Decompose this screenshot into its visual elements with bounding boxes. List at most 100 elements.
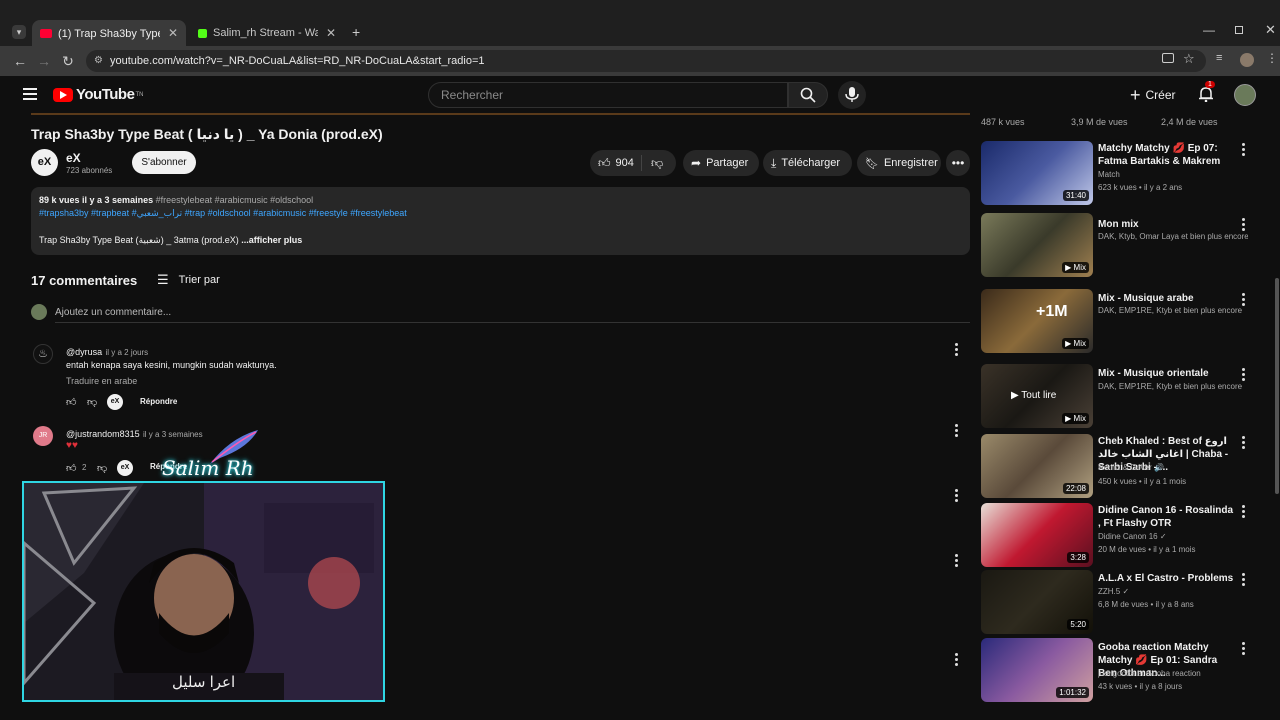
top-hashtags[interactable]: #freestylebeat #arabicmusic #oldschool	[156, 195, 314, 205]
video-channel[interactable]: Didine Canon 16 ✓	[1098, 532, 1248, 541]
media-icon[interactable]: ≡	[1216, 52, 1222, 64]
forward-icon[interactable]: →	[35, 52, 53, 70]
close-tab-icon[interactable]: ✕	[168, 26, 178, 40]
subscribe-button[interactable]: S'abonner	[132, 151, 196, 174]
video-title[interactable]: Mix - Musique arabe	[1098, 292, 1238, 305]
reply-button[interactable]: Répondre	[140, 397, 177, 406]
hamburger-menu-icon[interactable]	[23, 88, 37, 100]
description-box[interactable]: 89 k vues il y a 3 semaines #freestylebe…	[31, 187, 970, 255]
comment-time[interactable]: il y a 2 jours	[106, 348, 149, 357]
share-button[interactable]: ➦ Partager	[683, 150, 759, 176]
video-title[interactable]: Mon mix	[1098, 218, 1238, 231]
download-button[interactable]: ⤓ Télécharger	[763, 150, 852, 176]
profile-avatar[interactable]	[1240, 53, 1254, 67]
youtube-logo[interactable]: YouTube TN	[53, 86, 143, 103]
close-window-icon[interactable]: ✕	[1265, 22, 1276, 38]
play-all-overlay[interactable]: ▶ Tout lire	[1011, 390, 1056, 401]
video-thumbnail[interactable]: 22:08	[981, 434, 1093, 498]
video-thumbnail[interactable]: ▶ Tout lire ▶ Mix	[981, 364, 1093, 428]
restore-icon[interactable]	[1235, 26, 1243, 34]
comment-dislike-icon[interactable]: 👎︎	[97, 462, 107, 474]
video-channel[interactable]: DAK, Ktyb, Omar Laya et bien plus encore	[1098, 232, 1248, 241]
video-channel[interactable]: Match	[1098, 170, 1248, 179]
search-input[interactable]: Rechercher	[428, 82, 788, 108]
video-channel[interactable]: Remix & Cover 🔊	[1098, 463, 1248, 472]
comment-menu-icon[interactable]	[955, 489, 959, 503]
video-menu-icon[interactable]	[1242, 642, 1246, 656]
video-title[interactable]: Mix - Musique orientale	[1098, 367, 1238, 380]
dislike-button[interactable]: 👎︎	[642, 156, 663, 171]
add-comment-input[interactable]: Ajoutez un commentaire...	[55, 307, 171, 318]
video-thumbnail[interactable]: 3:28	[981, 503, 1093, 567]
like-button[interactable]: 👍︎ 904	[590, 155, 642, 171]
like-count: 904	[615, 157, 634, 169]
video-menu-icon[interactable]	[1242, 436, 1246, 450]
hashtags-line[interactable]: #trapsha3by #trapbeat #تراب_شعبي #trap #…	[39, 208, 407, 219]
video-channel[interactable]: ZZH.5 ✓	[1098, 587, 1248, 596]
sort-button[interactable]: ☰ Trier par	[157, 272, 220, 288]
comment-menu-icon[interactable]	[955, 424, 959, 438]
commenter-avatar[interactable]: ♨	[33, 344, 53, 364]
close-tab-icon[interactable]: ✕	[326, 26, 336, 40]
video-title[interactable]: A.L.A x El Castro - Problems	[1098, 572, 1238, 585]
video-thumbnail[interactable]: 31:40	[981, 141, 1093, 205]
show-more-link[interactable]: ...afficher plus	[241, 235, 302, 245]
video-channel[interactable]: DAK, EMP1RE, Ktyb et bien plus encore	[1098, 382, 1248, 391]
video-menu-icon[interactable]	[1242, 505, 1246, 519]
back-icon[interactable]: ←	[11, 52, 29, 70]
video-duration: 5:20	[1067, 619, 1089, 630]
install-icon[interactable]	[1162, 53, 1174, 63]
video-thumbnail[interactable]: ▶ Mix	[981, 213, 1093, 277]
create-button[interactable]: + Créer	[1130, 82, 1176, 108]
minimize-icon[interactable]: —	[1203, 23, 1215, 37]
video-channel[interactable]: DAK, EMP1RE, Ktyb et bien plus encore	[1098, 306, 1248, 315]
browser-menu-icon[interactable]: ⋮	[1266, 51, 1278, 65]
video-duration: ▶ Mix	[1062, 262, 1089, 273]
browser-addressbar: ← → ↻ ⚙ youtube.com/watch?v=_NR-DoCuaLA&…	[0, 46, 1280, 76]
tab-search-icon[interactable]: ▾	[12, 25, 26, 39]
commenter-avatar[interactable]: JR	[33, 426, 53, 446]
video-channel[interactable]: just gooba et Gooba reaction	[1098, 669, 1248, 678]
url-field[interactable]: ⚙ youtube.com/watch?v=_NR-DoCuaLA&list=R…	[86, 50, 1206, 72]
save-button[interactable]: 🔖︎ Enregistrer	[857, 150, 941, 176]
bookmark-star-icon[interactable]: ☆	[1183, 51, 1195, 67]
video-menu-icon[interactable]	[1242, 293, 1246, 307]
view-stats: 89 k vues il y a 3 semaines	[39, 195, 154, 205]
sidebar-scrollbar[interactable]	[1275, 278, 1279, 494]
search-button[interactable]	[788, 82, 828, 108]
tab-youtube[interactable]: (1) Trap Sha3by Type Beat ( يا دنيا ✕	[32, 20, 186, 46]
new-tab-button[interactable]: +	[352, 24, 360, 40]
video-title[interactable]: Didine Canon 16 - Rosalinda , Ft Flashy …	[1098, 504, 1238, 530]
comment-menu-icon[interactable]	[955, 554, 959, 568]
youtube-favicon-icon	[40, 28, 52, 38]
video-thumbnail[interactable]: 5:20	[981, 570, 1093, 634]
comment-author[interactable]: @dyrusa	[66, 347, 102, 357]
comment-author[interactable]: @justrandom8315	[66, 429, 140, 439]
notifications-button[interactable]: 1	[1199, 81, 1215, 105]
channel-name[interactable]: eX	[66, 151, 81, 165]
video-thumbnail[interactable]: +1M ▶ Mix	[981, 289, 1093, 353]
video-menu-icon[interactable]	[1242, 368, 1246, 382]
video-thumbnail[interactable]: 1:01:32	[981, 638, 1093, 702]
tab-kick[interactable]: Salim_rh Stream - Watch Live o ✕	[190, 20, 344, 46]
reload-icon[interactable]: ↻	[59, 52, 77, 70]
notification-badge: 1	[1205, 81, 1215, 88]
comment-like-icon[interactable]: 👍︎	[66, 462, 76, 474]
like-dislike-group: 👍︎ 904 👎︎	[590, 150, 676, 176]
voice-search-button[interactable]	[838, 81, 866, 109]
account-avatar[interactable]	[1234, 84, 1256, 106]
video-title[interactable]: Matchy Matchy 💋 Ep 07: Fatma Bartakis & …	[1098, 142, 1238, 168]
comment-dislike-icon[interactable]: 👎︎	[87, 396, 97, 408]
video-menu-icon[interactable]	[1242, 218, 1246, 232]
comment-like-icon[interactable]: 👍︎	[66, 396, 76, 408]
more-actions-button[interactable]: •••	[946, 150, 970, 176]
comment-menu-icon[interactable]	[955, 653, 959, 667]
translate-link[interactable]: Traduire en arabe	[66, 376, 137, 386]
video-menu-icon[interactable]	[1242, 573, 1246, 587]
channel-avatar[interactable]: eX	[31, 149, 58, 176]
comment-like-count: 2	[82, 463, 87, 472]
video-menu-icon[interactable]	[1242, 143, 1246, 157]
site-info-icon[interactable]: ⚙	[94, 50, 103, 72]
search-icon	[800, 87, 816, 103]
comment-menu-icon[interactable]	[955, 343, 959, 357]
